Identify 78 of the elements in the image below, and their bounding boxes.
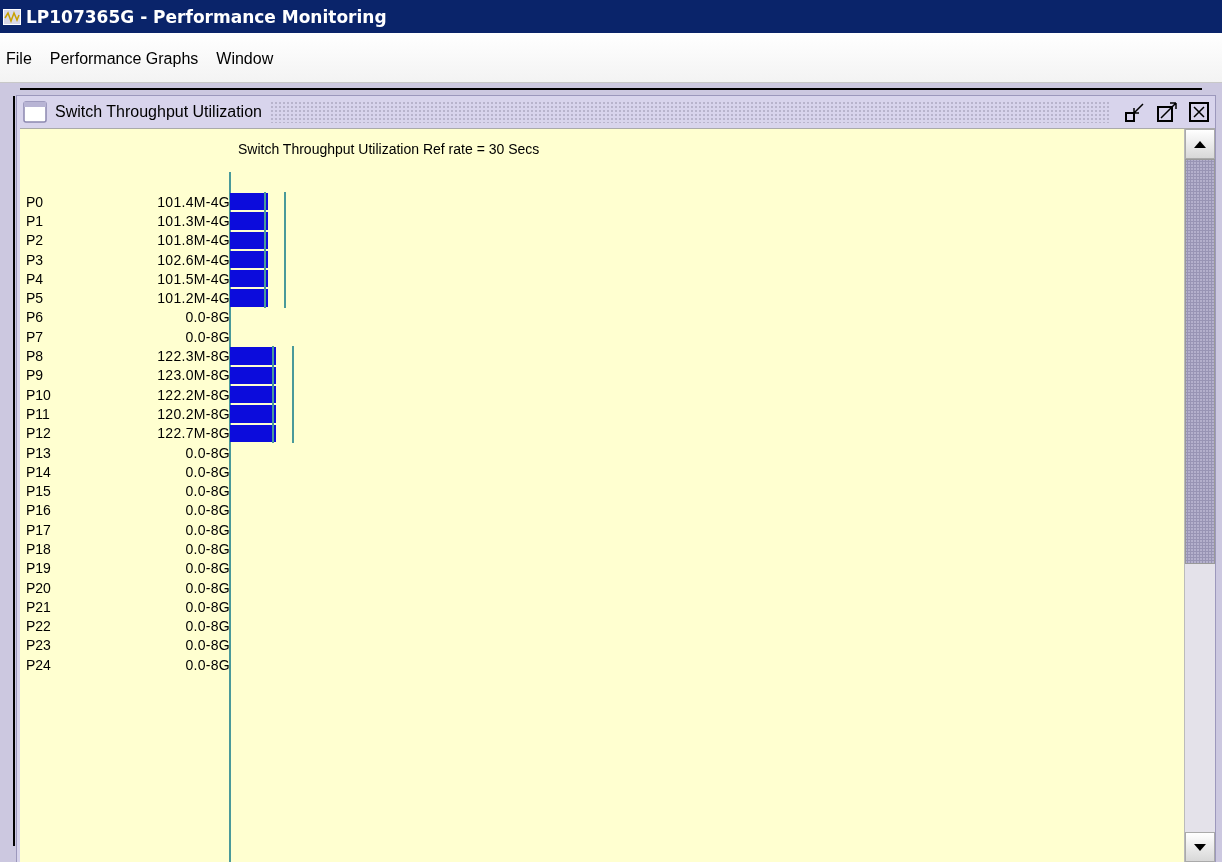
port-reading: 101.5M-4G	[156, 270, 230, 287]
port-label: P15	[25, 483, 52, 500]
port-label: P24	[25, 656, 52, 673]
throughput-bar	[230, 212, 268, 230]
menu-item[interactable]: Performance Graphs	[49, 50, 199, 68]
port-reading: 122.2M-8G	[156, 386, 230, 403]
port-label: P22	[25, 618, 52, 635]
port-label: P17	[25, 521, 52, 538]
port-label: P5	[25, 290, 45, 307]
port-label: P7	[25, 328, 45, 345]
throughput-bar	[230, 193, 268, 211]
scroll-down-button[interactable]	[1185, 832, 1215, 862]
port-reading: 0.0-8G	[184, 656, 230, 673]
window-icon	[23, 101, 47, 123]
port-label: P12	[25, 425, 52, 442]
port-label: P23	[25, 637, 52, 654]
port-reading: 101.8M-4G	[156, 232, 230, 249]
port-reading: 0.0-8G	[184, 463, 230, 480]
port-reading: 0.0-8G	[184, 328, 230, 345]
port-reading: 0.0-8G	[184, 579, 230, 596]
port-label: P4	[25, 270, 45, 287]
minimize-icon[interactable]	[1125, 102, 1147, 122]
throughput-bar	[230, 231, 268, 249]
up-arrow-icon	[1194, 140, 1206, 148]
port-reading: 101.2M-4G	[156, 290, 230, 307]
port-label: P6	[25, 309, 45, 326]
close-icon[interactable]	[1189, 102, 1209, 122]
port-reading: 122.7M-8G	[156, 425, 230, 442]
throughput-bar	[230, 270, 268, 288]
port-label: P19	[25, 560, 52, 577]
port-reading: 0.0-8G	[184, 309, 230, 326]
scroll-thumb[interactable]	[1185, 159, 1215, 564]
throughput-bar	[230, 347, 276, 365]
throughput-bar	[230, 405, 276, 423]
port-reading: 101.4M-4G	[156, 193, 230, 210]
port-label: P0	[25, 193, 45, 210]
port-reading: 0.0-8G	[184, 541, 230, 557]
port-label: P10	[25, 386, 52, 403]
maximize-icon[interactable]	[1157, 102, 1179, 122]
throughput-bar	[230, 366, 276, 384]
port-reading: 101.3M-4G	[156, 212, 230, 229]
port-reading: 0.0-8G	[184, 444, 230, 461]
port-label: P14	[25, 463, 52, 480]
throughput-bar	[230, 424, 276, 442]
port-reading: 0.0-8G	[184, 637, 230, 654]
port-reading: 0.0-8G	[184, 521, 230, 538]
port-reading: 0.0-8G	[184, 618, 230, 635]
port-label: P1	[25, 212, 45, 229]
port-reading: 120.2M-8G	[156, 405, 230, 422]
port-label: P3	[25, 251, 45, 268]
throughput-bar	[230, 289, 268, 307]
throughput-bar	[230, 250, 268, 269]
port-label: P2	[25, 232, 45, 249]
menu-item[interactable]: Window	[216, 50, 274, 68]
port-label: P16	[25, 502, 52, 519]
chart-icon	[3, 8, 21, 25]
scrollbar[interactable]	[1184, 129, 1215, 862]
chart-heading: Switch Throughput Utilization Ref rate = 30 Secs	[238, 141, 540, 157]
port-reading: 122.3M-8G	[156, 348, 230, 364]
port-label: P20	[25, 579, 52, 596]
window-title: LP107365G - Performance Monitoring	[26, 6, 387, 27]
port-reading: 0.0-8G	[184, 560, 230, 577]
port-label: P9	[25, 367, 45, 384]
port-label: P11	[25, 405, 51, 422]
scroll-up-button[interactable]	[1185, 129, 1215, 159]
port-label: P18	[25, 541, 52, 557]
port-reading: 123.0M-8G	[156, 367, 230, 384]
port-reading: 0.0-8G	[184, 483, 230, 500]
internal-window-title: Switch Throughput Utilization	[55, 103, 262, 121]
down-arrow-icon	[1194, 843, 1206, 851]
port-reading: 0.0-8G	[184, 598, 230, 615]
menu-item[interactable]: File	[6, 50, 32, 68]
port-reading: 0.0-8G	[184, 502, 230, 519]
port-label: P8	[25, 348, 45, 364]
port-reading: 102.6M-4G	[156, 251, 230, 268]
port-label: P13	[25, 444, 52, 461]
throughput-bar	[230, 385, 276, 404]
port-label: P21	[25, 598, 52, 615]
